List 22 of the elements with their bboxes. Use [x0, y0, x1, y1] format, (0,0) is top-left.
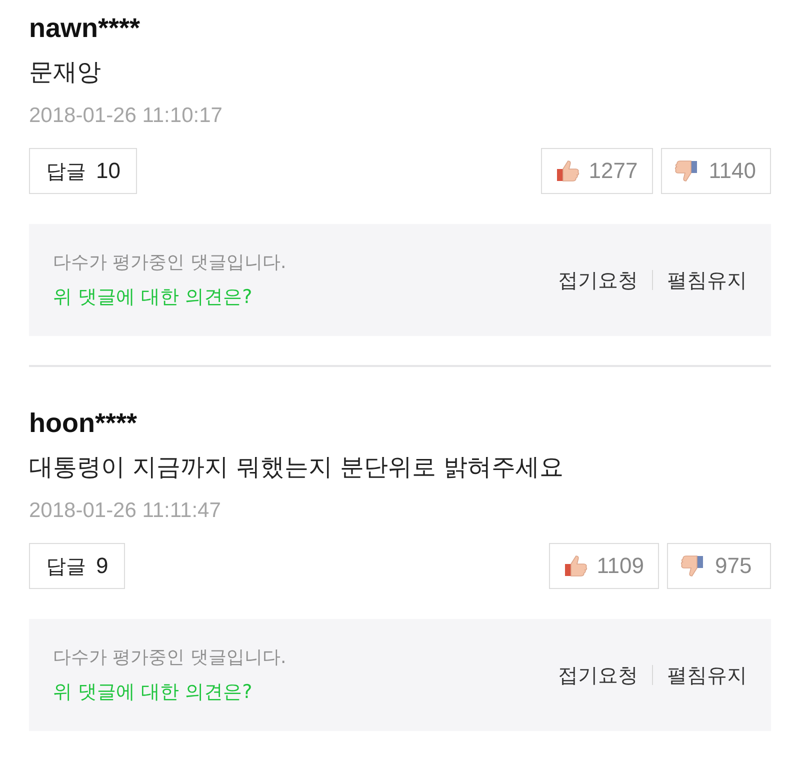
username: nawn**** [29, 12, 142, 45]
dislike-button[interactable]: 975 [667, 543, 771, 589]
notice-text: 다수가 평가중인 댓글입니다. [53, 646, 286, 670]
question-text: 위 댓글에 대한 의견은? [53, 680, 254, 705]
reply-button[interactable]: 답글 9 [29, 543, 126, 589]
reply-button[interactable]: 답글 10 [29, 148, 138, 194]
action-link[interactable]: 접기요청 [558, 266, 638, 294]
like-button[interactable]: 1109 [548, 543, 659, 589]
action-link[interactable]: 펼침유지 [667, 266, 747, 294]
question-text: 위 댓글에 대한 의견은? [53, 285, 254, 310]
action-link[interactable]: 펼침유지 [667, 662, 747, 688]
notice-text: 다수가 평가중인 댓글입니다. [53, 251, 286, 275]
action-link[interactable]: 접기요청 [558, 662, 638, 688]
username: hoon**** [29, 407, 138, 440]
comment-text: 대통령이 지금까지 뭐했는지 분단위로 밝혀주세요 [29, 452, 565, 483]
comment-date: 2018-01-26 11:10:17 [29, 103, 224, 129]
comment-date: 2018-01-26 11:11:47 [29, 498, 222, 524]
dislike-button[interactable]: 1140 [660, 148, 771, 194]
thumbs-down-icon [680, 554, 706, 578]
comment-text: 문재앙 [29, 57, 102, 88]
thumbs-down-icon [674, 159, 700, 183]
like-button[interactable]: 1277 [540, 148, 653, 194]
